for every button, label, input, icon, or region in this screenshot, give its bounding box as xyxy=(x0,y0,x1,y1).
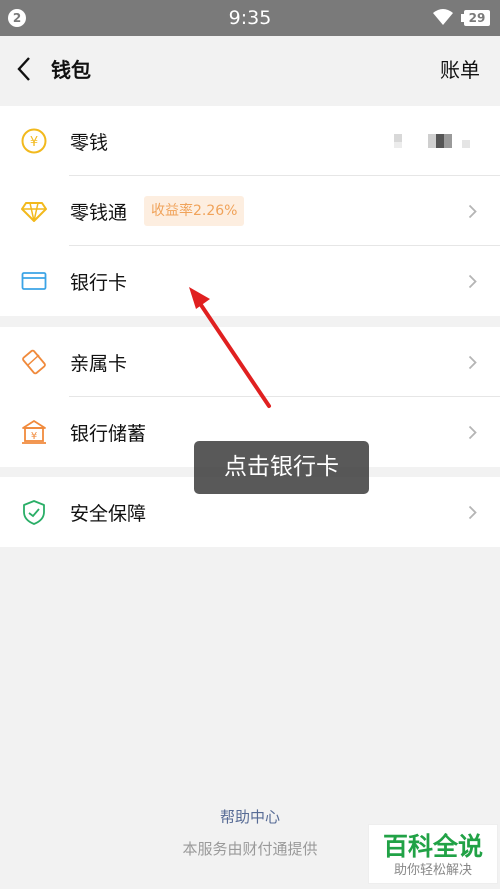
instruction-toast: 点击银行卡 xyxy=(194,441,369,494)
watermark-subtitle: 助你轻松解决 xyxy=(393,863,472,878)
watermark-title: 百科全说 xyxy=(382,832,483,861)
watermark-logo: 百科全说 助你轻松解决 xyxy=(368,824,498,884)
